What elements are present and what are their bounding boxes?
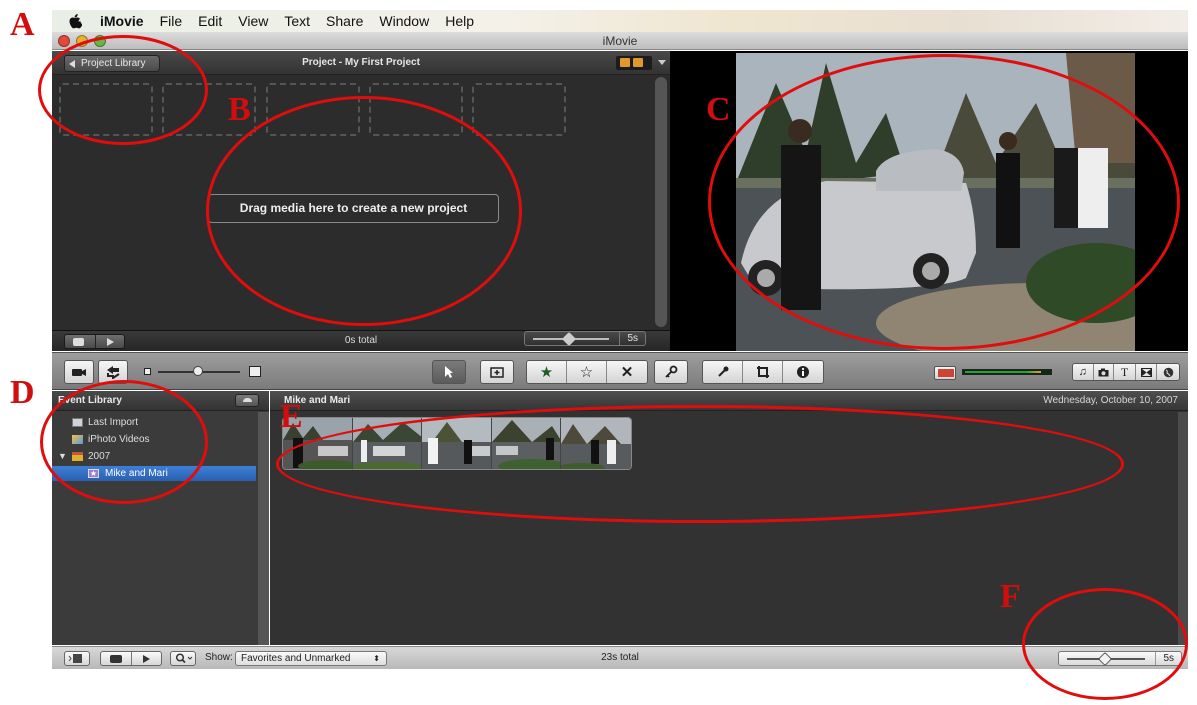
window-title: iMovie [602,34,638,48]
annotation-circle-a [38,35,208,145]
menu-help[interactable]: Help [445,13,474,29]
apple-icon[interactable] [68,13,82,29]
project-view-toggle[interactable] [616,56,652,70]
photo-camera-icon[interactable] [1093,364,1115,380]
thumbnail-size-knob[interactable] [193,366,203,376]
menu-bar: iMovie File Edit View Text Share Window … [52,10,1188,32]
eject-button[interactable] [235,394,259,407]
large-thumbnail-icon [249,366,261,377]
annotation-circle-f [1022,588,1188,700]
empty-project-slot [472,83,566,136]
keyword-button[interactable] [654,360,688,384]
zoom-knob[interactable] [561,331,577,347]
window-title-bar[interactable]: iMovie [52,32,1188,50]
thumbnail-icon [620,58,630,67]
event-total-duration: 23s total [601,652,639,663]
project-zoom-slider[interactable]: 5s [524,331,646,347]
thumbnail-icon [633,58,643,67]
unmark-star-icon[interactable]: ☆ [567,361,607,383]
camera-icon [72,369,86,376]
annotation-circle-e [276,405,1124,523]
menu-file[interactable]: File [160,13,183,29]
small-thumbnail-icon [144,368,151,375]
event-browser-scrollbar[interactable] [1178,412,1188,645]
info-icon[interactable] [783,361,823,383]
annotation-circle-b [206,96,522,326]
camera-import-button[interactable] [64,360,94,384]
audio-icon [938,369,946,377]
browser-buttons-group: ♫ T [1072,363,1180,381]
chevron-down-icon[interactable] [658,60,666,65]
globe-map-icon[interactable] [1157,364,1179,380]
arrow-pointer-icon [445,366,453,378]
project-footer: 0s total 5s [52,330,670,351]
edit-tools-group [702,360,824,384]
select-tool-button[interactable] [432,360,466,384]
reject-x-icon[interactable]: ✕ [607,361,647,383]
project-zoom-value: 5s [619,332,645,345]
project-scrollbar[interactable] [655,77,667,327]
key-icon [665,365,678,378]
annotation-circle-c [708,54,1180,350]
music-note-icon[interactable]: ♫ [1073,364,1094,380]
voiceover-microphone-icon[interactable] [703,361,743,383]
menu-view[interactable]: View [238,13,268,29]
audio-skimming-button[interactable] [934,366,956,380]
add-to-project-button[interactable] [480,360,514,384]
menu-app-name[interactable]: iMovie [100,13,144,29]
audio-icon [946,369,954,377]
eject-icon [243,398,252,402]
annotation-letter-d: D [10,374,35,411]
annotation-letter-f: F [1000,578,1021,615]
event-library-scrollbar[interactable] [258,412,269,645]
annotation-letter-b: B [228,91,251,128]
menu-share[interactable]: Share [326,13,363,29]
screenshot: iMovie File Edit View Text Share Window … [0,0,1197,705]
annotation-letter-a: A [10,6,35,43]
bottom-bar: Show: Favorites and Unmarked ⬍ 23s total… [52,646,1188,669]
annotation-letter-e: E [280,398,303,435]
mark-favorite-icon[interactable]: ★ [527,361,567,383]
menu-text[interactable]: Text [284,13,310,29]
swap-arrows-icon [107,366,120,379]
title-text-icon[interactable]: T [1114,364,1136,380]
rating-button-group: ★ ☆ ✕ [526,360,648,384]
transitions-icon[interactable] [1135,364,1158,380]
annotation-letter-c: C [706,91,731,128]
audio-level-bar [965,371,1041,373]
annotation-circle-d [40,380,208,504]
crop-icon[interactable] [743,361,783,383]
menu-window[interactable]: Window [379,13,429,29]
add-clip-icon [490,367,504,378]
audio-level-meter [962,369,1052,375]
menu-edit[interactable]: Edit [198,13,222,29]
main-toolbar: ★ ☆ ✕ ♫ T [52,352,1188,390]
event-date: Wednesday, October 10, 2007 [1043,395,1178,406]
